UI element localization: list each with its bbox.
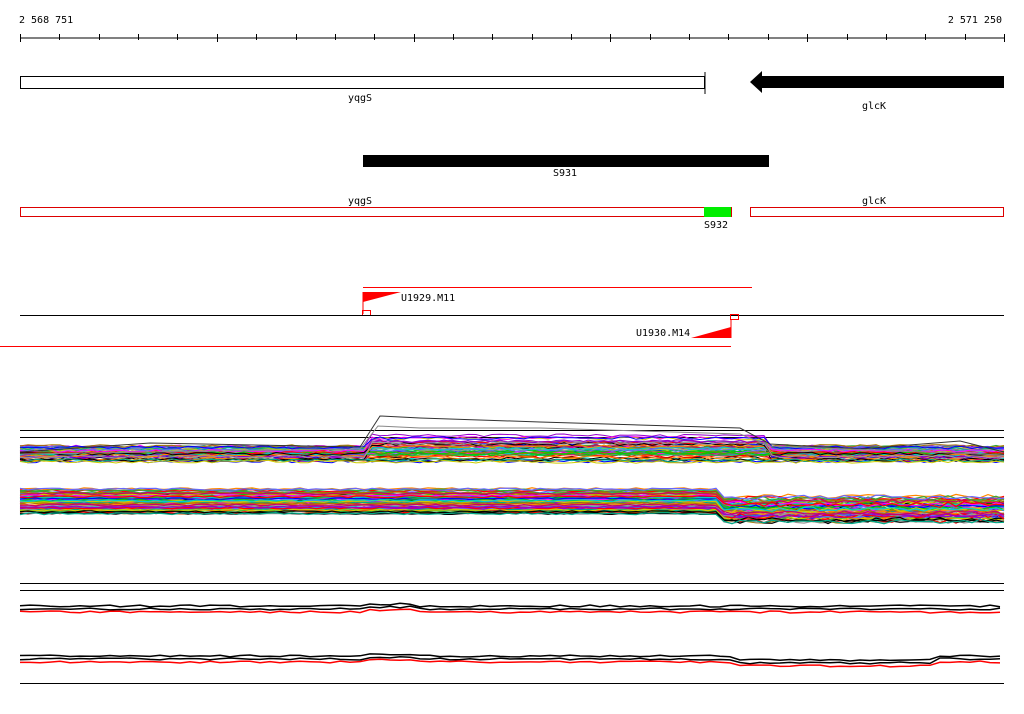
segment-s931-label: S931: [553, 168, 577, 179]
ruler-start-label: 2 568 751: [19, 15, 73, 26]
profile-line: [19, 653, 1001, 662]
segment-track: S931: [363, 155, 769, 179]
promoter-u1929-label: U1929.M11: [401, 293, 455, 304]
promoter-u1930-label: U1930.M14: [636, 328, 690, 339]
annotation-glcK-box[interactable]: [750, 207, 1004, 217]
genome-browser-view: 2 568 751 2 571 250 yqgS glcK S931 yqgS …: [0, 15, 1005, 684]
promoter-u1930-flag[interactable]: [691, 327, 731, 338]
profile-line: [19, 602, 1001, 608]
promoter-u1929-flag[interactable]: [363, 292, 401, 302]
gene-glcK-label: glcK: [862, 101, 886, 112]
ruler-end-label: 2 571 250: [948, 15, 1002, 26]
gene-track: yqgS glcK: [20, 71, 1004, 112]
segment-s931-bar[interactable]: [363, 155, 769, 167]
gene-glcK-arrow[interactable]: [750, 71, 1004, 93]
coordinate-ruler: 2 568 751 2 571 250: [19, 15, 1005, 42]
expression-profile-panels: [19, 415, 1005, 684]
promoter-track: U1929.M11 U1930.M14: [0, 287, 1004, 347]
gene-yqgS-box[interactable]: [20, 76, 705, 89]
annotation-s932-label: S932: [704, 220, 728, 231]
annotation-glcK-label: glcK: [862, 196, 886, 207]
gene-yqgS-label: yqgS: [348, 93, 372, 104]
annotation-yqgS-box[interactable]: [20, 207, 732, 217]
promoter-u1929-anchor: [362, 310, 371, 316]
annotation-s932-highlight[interactable]: [704, 207, 731, 217]
annotation-track: yqgS glcK S932: [20, 196, 1004, 231]
annotation-yqgS-label: yqgS: [348, 196, 372, 207]
